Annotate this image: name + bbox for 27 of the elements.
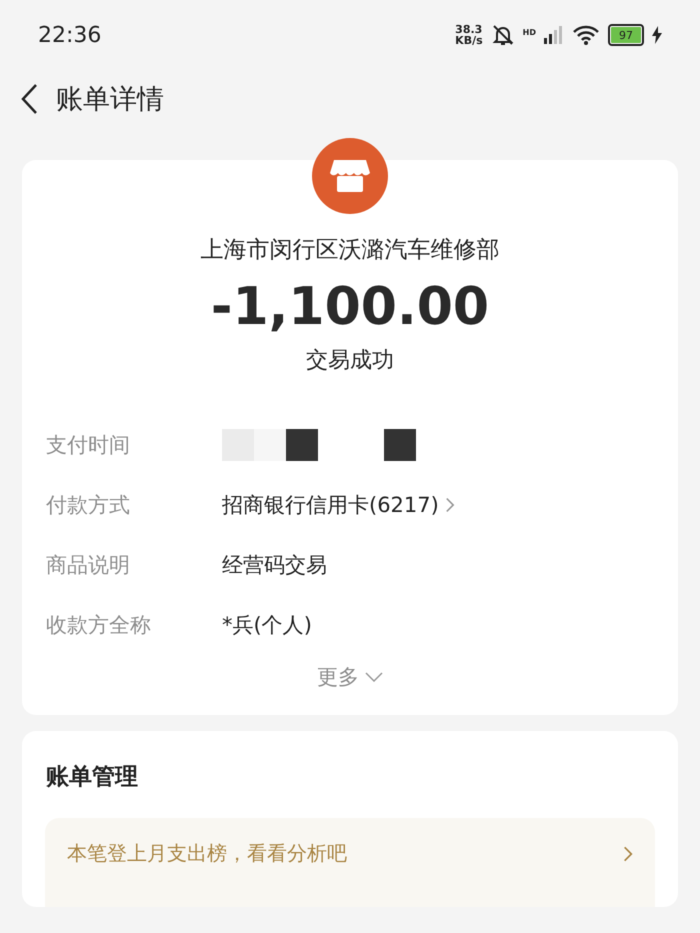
- transaction-status: 交易成功: [305, 347, 395, 375]
- detail-value: *兵(个人): [222, 612, 313, 639]
- chevron-icon: [623, 844, 633, 862]
- section-title: 账单管理: [45, 763, 139, 792]
- wifi-icon: [572, 25, 600, 45]
- detail-label: 收款方全称: [46, 612, 152, 639]
- detail-label: 商品说明: [46, 552, 131, 579]
- back-icon: [20, 83, 38, 115]
- back-button[interactable]: [20, 83, 38, 115]
- amount: -1,100.00: [210, 277, 490, 337]
- detail-value: 经营码交易: [222, 552, 328, 579]
- detail-label: 付款方式: [46, 492, 131, 519]
- signal-icon: [544, 26, 564, 44]
- chevron-icon: [444, 497, 455, 513]
- battery-indicator: 97: [608, 24, 644, 46]
- payment-method-link[interactable]: 招商银行信用卡(6217): [222, 491, 455, 519]
- hd-label: HD: [522, 28, 536, 37]
- detail-label: 支付时间: [46, 432, 131, 459]
- charging-icon: [652, 26, 662, 44]
- analysis-banner[interactable]: 本笔登上月支出榜，看看分析吧: [45, 818, 655, 907]
- status-time: 22:36: [38, 22, 102, 48]
- page-title: 账单详情: [56, 83, 164, 117]
- merchant-name: 上海市闵行区沃潞汽车维修部: [200, 236, 500, 265]
- muted-bell-icon: [490, 24, 515, 46]
- chevron-down-icon: [365, 672, 383, 682]
- more-button[interactable]: 更多: [317, 663, 383, 691]
- network-speed: 38.3 KB/s: [455, 24, 483, 46]
